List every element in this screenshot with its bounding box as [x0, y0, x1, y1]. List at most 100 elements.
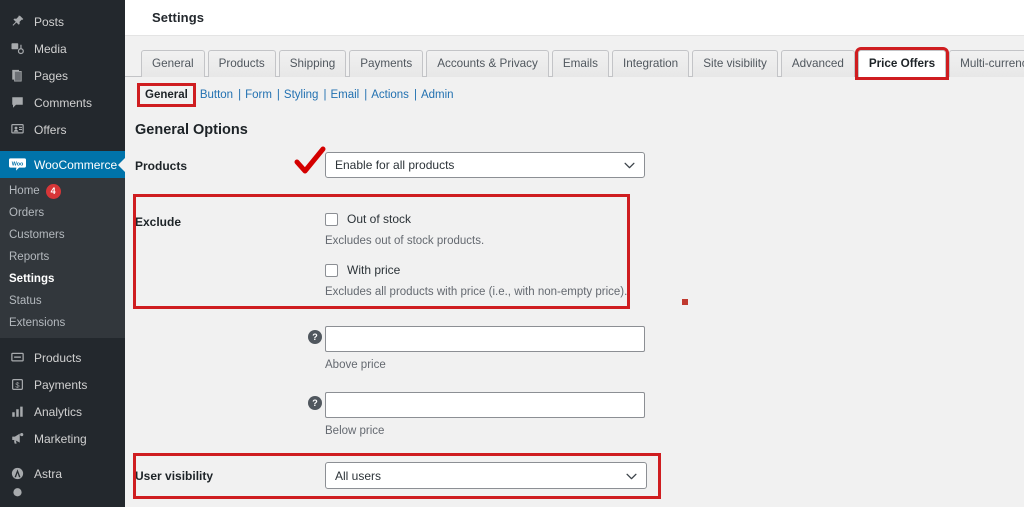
row-above-price: ? Above price	[135, 326, 1024, 371]
help-icon[interactable]: ?	[308, 330, 322, 344]
tab-payments[interactable]: Payments	[349, 50, 424, 77]
sidebar-item-label: Payments	[34, 377, 88, 392]
tab-advanced[interactable]: Advanced	[780, 50, 855, 77]
user-visibility-control: All users	[325, 462, 1024, 489]
subtab-styling[interactable]: Styling	[284, 89, 319, 101]
svg-text:Woo: Woo	[12, 161, 24, 167]
above-price-description: Above price	[325, 359, 386, 371]
submenu-item-customers[interactable]: Customers	[0, 224, 125, 246]
pages-icon	[9, 67, 26, 84]
sidebar-item-payments[interactable]: $ Payments	[0, 371, 125, 398]
submenu-item-label: Orders	[9, 207, 45, 219]
sidebar-item-media[interactable]: Media	[0, 35, 125, 62]
row-products: Products Enable for all products	[135, 152, 1024, 186]
marketing-icon	[9, 430, 26, 447]
sidebar-item-comments[interactable]: Comments	[0, 89, 125, 116]
woocommerce-icon: Woo	[9, 156, 26, 173]
tab-site-visibility[interactable]: Site visibility	[692, 50, 778, 77]
row-user-visibility: User visibility All users	[135, 462, 1024, 496]
sidebar-item-label: Offers	[34, 122, 67, 137]
sidebar-item-label: Marketing	[34, 431, 87, 446]
products-control: Enable for all products	[325, 152, 1024, 178]
tab-accounts-privacy[interactable]: Accounts & Privacy	[426, 50, 549, 77]
tab-general[interactable]: General	[141, 50, 205, 77]
submenu-item-reports[interactable]: Reports	[0, 246, 125, 268]
subtab-separator: |	[323, 89, 327, 101]
subtab-actions[interactable]: Actions	[371, 89, 409, 101]
offers-icon	[9, 121, 26, 138]
woocommerce-submenu: Home 4 Orders Customers Reports Settings…	[0, 178, 125, 338]
tab-price-offers[interactable]: Price Offers	[854, 47, 950, 80]
subtab-separator: |	[364, 89, 368, 101]
submenu-item-label: Settings	[9, 273, 55, 285]
below-price-input[interactable]	[325, 392, 645, 418]
subtab-separator: |	[238, 89, 242, 101]
out-of-stock-description: Excludes out of stock products.	[325, 235, 485, 247]
page-title: Settings	[152, 10, 205, 25]
below-price-description: Below price	[325, 425, 385, 437]
submenu-item-status[interactable]: Status	[0, 290, 125, 312]
sidebar-item-label: Analytics	[34, 404, 83, 419]
sidebar-item-label: Pages	[34, 68, 69, 83]
submenu-item-settings[interactable]: Settings	[0, 268, 125, 290]
sidebar-item-products[interactable]: Products	[0, 344, 125, 371]
user-visibility-select[interactable]: All users	[325, 462, 647, 489]
subtab-button[interactable]: Button	[200, 89, 233, 101]
sidebar-item-woocommerce[interactable]: Woo WooCommerce	[0, 151, 125, 178]
svg-text:$: $	[15, 381, 20, 390]
with-price-checkbox-row[interactable]: With price	[325, 263, 1024, 277]
tab-emails[interactable]: Emails	[551, 50, 609, 77]
out-of-stock-checkbox[interactable]	[325, 212, 338, 226]
section-title: General Options	[135, 122, 248, 138]
tab-products[interactable]: Products	[207, 50, 276, 77]
row-exclude: Exclude Out of stock Excludes out of sto…	[135, 212, 1024, 298]
with-price-checkbox[interactable]	[325, 263, 338, 277]
products-select-value: Enable for all products	[335, 158, 455, 172]
help-icon[interactable]: ?	[308, 396, 322, 410]
out-of-stock-checkbox-row[interactable]: Out of stock	[325, 212, 1024, 226]
submenu-item-label: Home	[9, 185, 40, 197]
media-icon	[9, 40, 26, 57]
subtab-general[interactable]: General	[137, 83, 196, 107]
below-price-control: ? Below price	[308, 392, 1024, 437]
products-icon	[9, 349, 26, 366]
subtab-email[interactable]: Email	[330, 89, 359, 101]
payments-icon: $	[9, 376, 26, 393]
page-header: Settings	[125, 0, 1024, 36]
submenu-item-orders[interactable]: Orders	[0, 202, 125, 224]
tab-integration[interactable]: Integration	[611, 50, 690, 77]
circle-icon	[9, 487, 26, 501]
analytics-icon	[9, 403, 26, 420]
submenu-item-home[interactable]: Home 4	[0, 180, 125, 202]
sidebar-item-label: WooCommerce	[34, 157, 118, 172]
row-below-price: ? Below price	[135, 392, 1024, 437]
sidebar-item-posts[interactable]: Posts	[0, 8, 125, 35]
products-select[interactable]: Enable for all products	[325, 152, 645, 178]
above-price-control: ? Above price	[308, 326, 1024, 371]
sidebar-item-pages[interactable]: Pages	[0, 62, 125, 89]
sidebar-item-offers[interactable]: Offers	[0, 116, 125, 143]
submenu-item-label: Reports	[9, 251, 50, 263]
sidebar-item-astra[interactable]: Astra	[0, 460, 125, 487]
subtab-admin[interactable]: Admin	[421, 89, 454, 101]
settings-tabs: General Products Shipping Payments Accou…	[125, 42, 1024, 80]
tab-multi-currency[interactable]: Multi-currency	[949, 50, 1024, 77]
tab-shipping[interactable]: Shipping	[278, 50, 347, 77]
submenu-item-extensions[interactable]: Extensions	[0, 312, 125, 334]
submenu-item-label: Customers	[9, 229, 65, 241]
sidebar-item-label: Media	[34, 41, 67, 56]
sidebar-item-marketing[interactable]: Marketing	[0, 425, 125, 452]
sidebar-item-partial[interactable]	[0, 487, 125, 501]
above-price-input[interactable]	[325, 326, 645, 352]
subtab-form[interactable]: Form	[245, 89, 272, 101]
woocommerce-settings-screen: Posts Media Pages Comments Offers Woo Wo…	[0, 0, 1024, 507]
sidebar-item-analytics[interactable]: Analytics	[0, 398, 125, 425]
with-price-description: Excludes all products with price (i.e., …	[325, 286, 628, 298]
user-visibility-select-value: All users	[335, 468, 382, 483]
out-of-stock-label: Out of stock	[347, 212, 412, 226]
below-price-label-spacer	[135, 392, 325, 399]
chevron-down-icon	[624, 158, 635, 172]
current-menu-arrow	[118, 157, 125, 172]
subtab-separator: |	[276, 89, 280, 101]
sidebar-item-label: Comments	[34, 95, 93, 110]
